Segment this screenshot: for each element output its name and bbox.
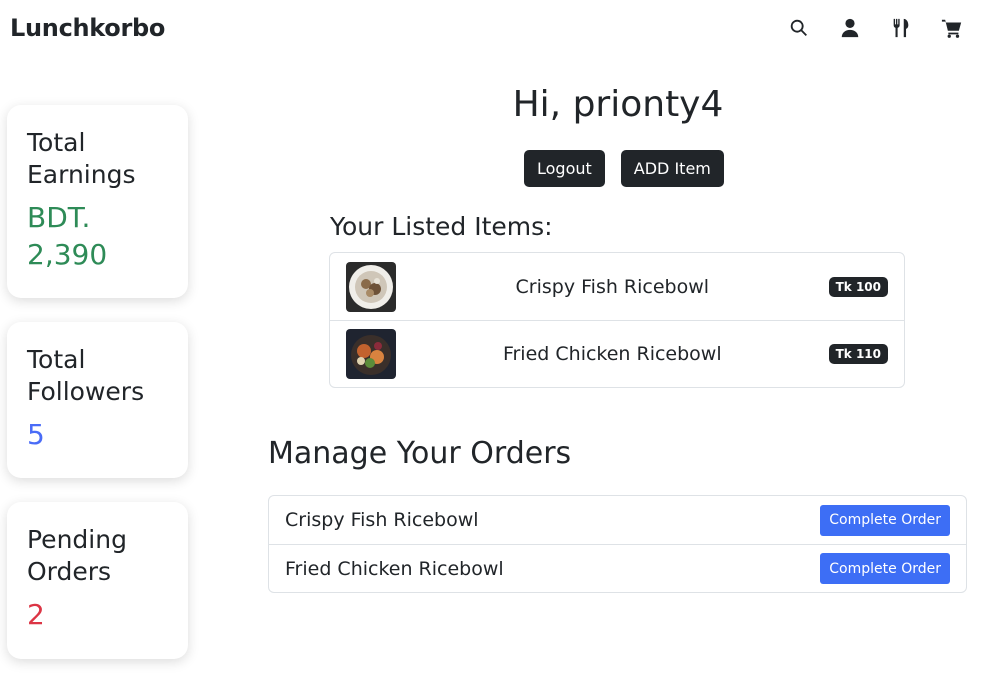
complete-order-button[interactable]: Complete Order — [820, 553, 950, 584]
order-item-name: Fried Chicken Ricebowl — [285, 557, 504, 580]
stat-value-earnings: BDT. 2,390 — [27, 201, 108, 271]
listed-item-name: Crispy Fish Ricebowl — [515, 275, 710, 298]
stat-card-pending: Pending Orders 2 — [7, 502, 188, 659]
greeting-title: Hi, prionty4 — [512, 84, 724, 125]
listed-item-name: Fried Chicken Ricebowl — [502, 343, 722, 365]
stat-label-followers: Total Followers — [27, 345, 145, 406]
order-row: Fried Chicken Ricebowl Complete Order — [269, 544, 966, 592]
orders-title: Manage Your Orders — [268, 436, 572, 471]
brand-logo[interactable]: Lunchkorbo — [10, 14, 165, 42]
nav-icons — [787, 16, 964, 40]
order-item-name: Crispy Fish Ricebowl — [285, 509, 479, 531]
add-item-button[interactable]: ADD Item — [620, 150, 724, 187]
complete-order-button[interactable]: Complete Order — [820, 504, 950, 536]
list-item[interactable]: Fried Chicken Ricebowl Tk 110 — [330, 320, 904, 387]
stat-value-pending: 2 — [27, 598, 45, 631]
stat-card-followers: Total Followers 5 — [7, 322, 188, 478]
stat-value-followers: 5 — [27, 418, 45, 451]
navbar: Lunchkorbo — [0, 0, 984, 60]
food-image-fish-ricebowl — [346, 261, 396, 312]
order-row: Crispy Fish Ricebowl Complete Order — [269, 496, 966, 544]
utensils-icon[interactable] — [889, 16, 913, 40]
listed-items-list: Crispy Fish Ricebowl Tk 100 Fried Chicke… — [329, 252, 905, 388]
price-badge: Tk 110 — [828, 344, 888, 364]
stat-card-earnings: Total Earnings BDT. 2,390 — [7, 105, 188, 298]
food-image-chicken-ricebowl — [346, 329, 396, 379]
account-actions: Logout ADD Item — [524, 150, 724, 187]
orders-list: Crispy Fish Ricebowl Complete Order Frie… — [268, 495, 967, 593]
cart-icon[interactable] — [940, 16, 964, 40]
list-item[interactable]: Crispy Fish Ricebowl Tk 100 — [330, 253, 904, 320]
price-badge: Tk 100 — [828, 276, 888, 297]
search-icon[interactable] — [787, 16, 811, 40]
listed-items-title: Your Listed Items: — [330, 212, 553, 241]
stat-label-earnings: Total Earnings — [27, 128, 136, 189]
logout-button[interactable]: Logout — [524, 150, 605, 187]
stat-label-pending: Pending Orders — [27, 525, 127, 586]
user-icon[interactable] — [838, 16, 862, 40]
